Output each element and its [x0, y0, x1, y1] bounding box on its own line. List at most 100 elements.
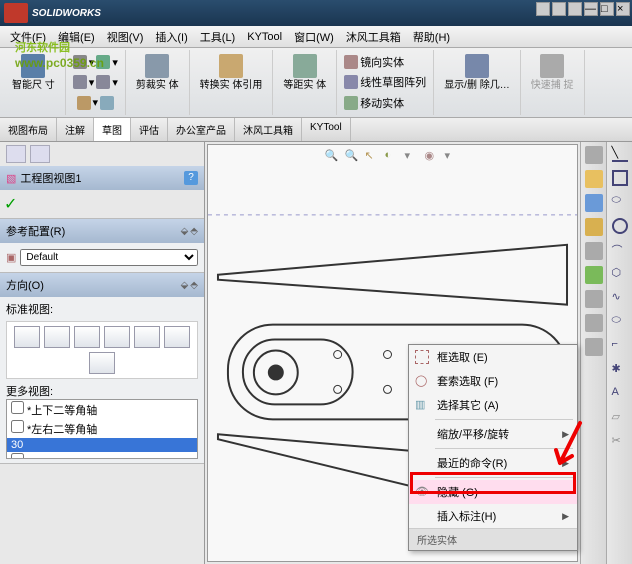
more-views-label: 更多视图: — [6, 383, 198, 399]
tab-office[interactable]: 办公室产品 — [168, 118, 235, 141]
ctx-zoom-pan-rotate[interactable]: 缩放/平移/旋转▶ — [409, 422, 577, 446]
display-style-icon[interactable]: ▾ — [405, 149, 421, 165]
menu-mufeng[interactable]: 沐风工具箱 — [340, 27, 407, 47]
ellipse-tool-icon[interactable]: ⬭ — [612, 314, 628, 330]
fillet-tool-icon[interactable]: ⌐ — [612, 338, 628, 354]
view-checkbox[interactable] — [11, 453, 24, 459]
menu-view[interactable]: 视图(V) — [101, 27, 150, 47]
ref-config-header[interactable]: 参考配置(R) ⬙⬘ — [0, 219, 204, 243]
more-views-list[interactable]: *上下二等角轴 *左右二等角轴 30 bifsk — [6, 399, 198, 459]
doc-nav-icon[interactable] — [568, 2, 582, 16]
orientation-header[interactable]: 方向(O) ⬙⬘ — [0, 273, 204, 297]
display-delete-button[interactable]: 显示/删 除几… — [440, 52, 514, 93]
task-pane-icon[interactable] — [585, 314, 603, 332]
rectangle-tool-icon[interactable] — [612, 170, 628, 186]
view-settings-icon[interactable]: ▾ — [445, 149, 461, 165]
section-view-icon[interactable]: ◐ — [385, 149, 401, 165]
hide-show-icon[interactable]: ◉ — [425, 149, 441, 165]
task-pane-toolbar — [580, 142, 606, 564]
tab-view-layout[interactable]: 视图布局 — [0, 118, 57, 141]
tab-kytool[interactable]: KYTool — [302, 118, 351, 141]
view-right-button[interactable] — [104, 326, 130, 348]
mirror-entities-button[interactable]: 镜向实体 — [343, 53, 405, 71]
ctx-insert-annotation[interactable]: 插入标注(H)▶ — [409, 504, 577, 528]
quick-snap-button[interactable]: 快速捕 捉 — [527, 52, 578, 93]
menu-kytool[interactable]: KYTool — [241, 29, 288, 45]
view-checkbox[interactable] — [11, 401, 24, 414]
ctx-lasso-select[interactable]: ◯ 套索选取 (F) — [409, 369, 577, 393]
offset-entities-button[interactable]: 等距实 体 — [279, 52, 330, 93]
menu-window[interactable]: 窗口(W) — [288, 27, 340, 47]
file-explorer-icon[interactable] — [585, 218, 603, 236]
doc-maximize-icon[interactable]: □ — [600, 2, 614, 16]
slot-tool-icon[interactable]: ⬭ — [612, 194, 628, 210]
command-tabs: 视图布局 注解 草图 评估 办公室产品 沐风工具箱 KYTool — □ × — [0, 118, 632, 142]
hide-icon: 👁 — [415, 485, 429, 499]
tab-evaluate[interactable]: 评估 — [131, 118, 168, 141]
design-library-icon[interactable] — [585, 194, 603, 212]
lasso-icon: ◯ — [415, 374, 429, 388]
view-palette-icon[interactable] — [585, 242, 603, 260]
ctx-box-select[interactable]: 框选取 (E) — [409, 345, 577, 369]
ctx-recent-commands[interactable]: 最近的命令(R)▶ — [409, 451, 577, 475]
menu-edit[interactable]: 编辑(E) — [52, 27, 101, 47]
zoom-prev-icon[interactable]: ↖ — [365, 149, 381, 165]
doc-minimize-icon[interactable]: — — [584, 2, 598, 16]
doc-nav-icon[interactable] — [536, 2, 550, 16]
std-views-label: 标准视图: — [6, 301, 198, 317]
ribbon-toolbar: 智能尺 寸 ▾▾ ▾▾ ▾ 剪裁实 体 转换实 体引用 等距实 体 镜向实体 线… — [0, 48, 632, 118]
view-top-button[interactable] — [134, 326, 160, 348]
menu-insert[interactable]: 插入(I) — [149, 27, 193, 47]
sketch-toolbar: ╲ ⬭ ⌒ ⬡ ∿ ⬭ ⌐ ✱ A ▱ ✂ — [606, 142, 632, 564]
config-icon: ▣ — [6, 251, 16, 264]
point-tool-icon[interactable]: ✱ — [612, 362, 628, 378]
menu-file[interactable]: 文件(F) — [4, 27, 52, 47]
view-bottom-button[interactable] — [164, 326, 190, 348]
panel-tab-icon[interactable] — [6, 145, 26, 163]
doc-nav-icon[interactable] — [552, 2, 566, 16]
ok-checkmark-button[interactable]: ✓ — [0, 190, 204, 218]
view-left-button[interactable] — [74, 326, 100, 348]
menu-bar: 文件(F) 编辑(E) 视图(V) 插入(I) 工具(L) KYTool 窗口(… — [0, 26, 632, 48]
home-icon[interactable] — [585, 170, 603, 188]
tab-mufeng[interactable]: 沐风工具箱 — [235, 118, 302, 141]
property-manager-panel: ▧工程图视图1 ? ✓ 参考配置(R) ⬙⬘ ▣ Default 方向(O) — [0, 142, 205, 564]
text-tool-icon[interactable]: A — [612, 386, 628, 402]
linear-pattern-button[interactable]: 线性草图阵列 — [343, 73, 427, 91]
view-checkbox[interactable] — [11, 420, 24, 433]
zoom-fit-icon[interactable]: 🔍 — [325, 149, 341, 165]
doc-close-icon[interactable]: × — [616, 2, 630, 16]
view-iso-button[interactable] — [89, 352, 115, 374]
tab-sketch[interactable]: 草图 — [94, 118, 131, 141]
arc-tool-icon[interactable]: ⌒ — [612, 242, 628, 258]
tab-annotation[interactable]: 注解 — [57, 118, 94, 141]
view-back-button[interactable] — [44, 326, 70, 348]
zoom-area-icon[interactable]: 🔍 — [345, 149, 361, 165]
custom-props-icon[interactable] — [585, 290, 603, 308]
standard-views-grid — [6, 321, 198, 379]
ctx-select-other[interactable]: ▥ 选择其它 (A) — [409, 393, 577, 417]
help-icon[interactable]: ? — [184, 171, 198, 185]
convert-entities-button[interactable]: 转换实 体引用 — [196, 52, 267, 93]
appearances-icon[interactable] — [585, 266, 603, 284]
trim-tool-icon[interactable]: ✂ — [612, 434, 628, 450]
spline-tool-icon[interactable]: ∿ — [612, 290, 628, 306]
plane-tool-icon[interactable]: ▱ — [612, 410, 628, 426]
ctx-section-label: 所选实体 — [409, 528, 577, 550]
config-dropdown[interactable]: Default — [20, 249, 198, 266]
polygon-tool-icon[interactable]: ⬡ — [612, 266, 628, 282]
circle-tool-icon[interactable] — [612, 218, 628, 234]
menu-tools[interactable]: 工具(L) — [194, 27, 241, 47]
move-entities-button[interactable]: 移动实体 — [343, 94, 405, 112]
task-pane-tab-icon[interactable] — [585, 146, 603, 164]
ctx-hide[interactable]: 👁 隐藏 (G) — [409, 480, 577, 504]
task-pane-icon[interactable] — [585, 338, 603, 356]
trim-entities-button[interactable]: 剪裁实 体 — [132, 52, 183, 93]
view-toolbar: 🔍 🔍 ↖ ◐ ▾ ◉ ▾ — [325, 149, 461, 165]
menu-help[interactable]: 帮助(H) — [407, 27, 456, 47]
app-logo — [4, 3, 28, 23]
view-front-button[interactable] — [14, 326, 40, 348]
panel-tab-icon[interactable] — [30, 145, 50, 163]
smart-dimension-button[interactable]: 智能尺 寸 — [8, 52, 59, 93]
line-tool-icon[interactable]: ╲ — [612, 146, 628, 162]
